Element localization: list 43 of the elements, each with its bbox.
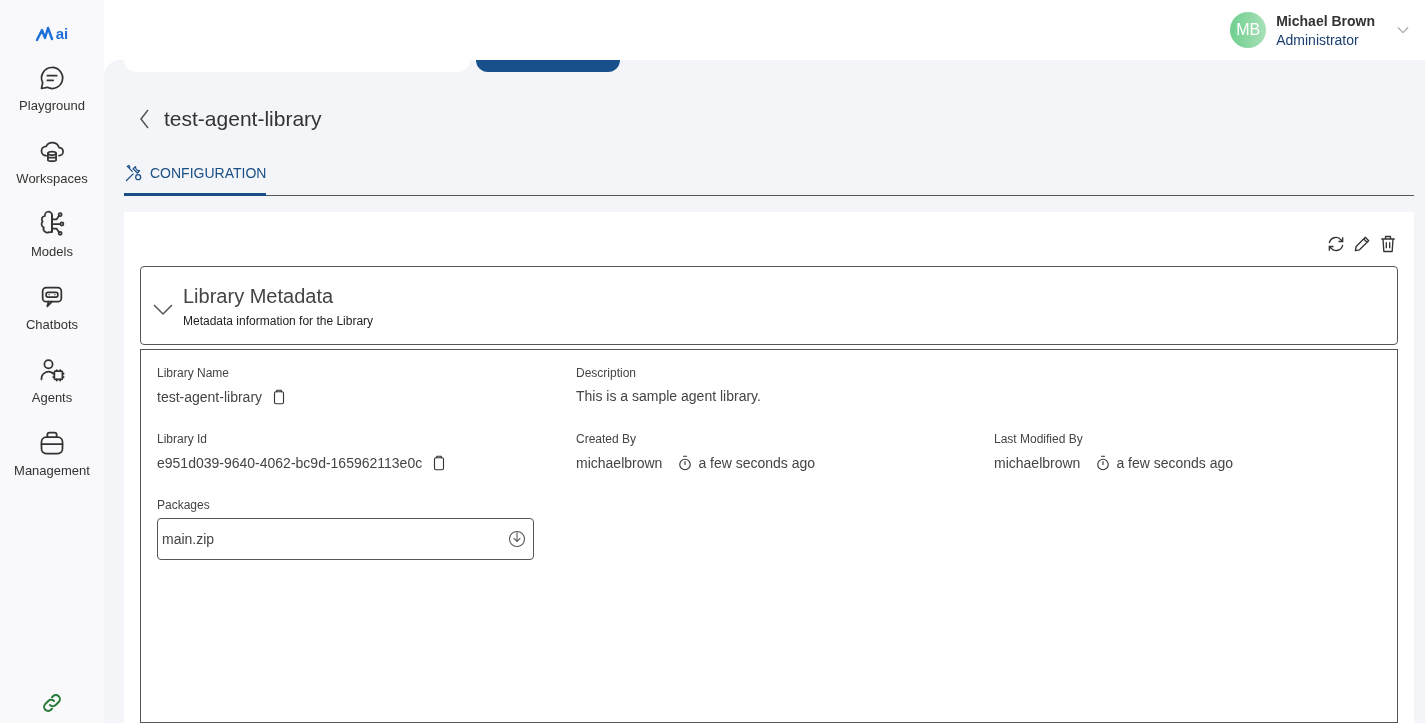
trash-icon[interactable] — [1378, 234, 1398, 254]
pencil-icon[interactable] — [1352, 234, 1372, 254]
accordion-header[interactable]: Library Metadata Metadata information for the Library — [140, 266, 1398, 345]
chevron-down-icon — [1397, 26, 1409, 34]
field-label: Library Name — [157, 366, 231, 380]
field-label: Last Modified By — [994, 432, 1084, 446]
page-title: test-agent-library — [164, 107, 322, 131]
package-field[interactable]: main.zip — [157, 518, 534, 560]
section-subtitle: Metadata information for the Library — [183, 314, 374, 328]
nav-item[interactable]: Chatbots — [2, 283, 102, 332]
field-value: michaelbrown — [994, 455, 1081, 471]
nav-item[interactable]: Management — [2, 429, 102, 478]
timestamp: a few seconds ago — [698, 455, 816, 471]
download-icon[interactable] — [507, 529, 527, 549]
nav-item[interactable]: Workspaces — [2, 137, 102, 186]
user-chip-icon — [38, 356, 66, 384]
link-icon[interactable] — [40, 691, 64, 715]
section-title: Library Metadata — [183, 285, 335, 308]
field-value: michaelbrown — [576, 455, 663, 471]
field-label: Library Id — [157, 432, 209, 446]
nav-item[interactable]: Playground — [2, 64, 102, 113]
brain-circuit-icon — [38, 210, 66, 238]
field-label: Description — [576, 366, 638, 380]
avatar: MB — [1230, 12, 1267, 48]
action-button[interactable] — [476, 60, 620, 72]
logo[interactable]: ai — [35, 20, 69, 42]
field-label: Packages — [157, 498, 211, 512]
user-name: Michael Brown — [1276, 12, 1375, 29]
briefcase-icon — [38, 429, 66, 457]
field-value: test-agent-library — [157, 389, 263, 405]
field-value: e951d039-9640-4062-bc9d-165962113e0c — [157, 455, 423, 471]
tab[interactable]: CONFIGURATION — [124, 157, 267, 196]
refresh-icon[interactable] — [1326, 234, 1346, 254]
user-menu[interactable]: MB Michael Brown Administrator — [1230, 12, 1409, 48]
field-value: This is a sample agent library. — [576, 388, 761, 404]
back-icon[interactable] — [140, 109, 150, 129]
tools-icon — [124, 163, 144, 183]
user-role: Administrator — [1276, 31, 1360, 48]
chat-bubble-icon — [38, 64, 66, 92]
nav-item[interactable]: Agents — [2, 356, 102, 405]
field-label: Created By — [576, 432, 638, 446]
timestamp: a few seconds ago — [1116, 455, 1234, 471]
nav-item[interactable]: Models — [2, 210, 102, 259]
